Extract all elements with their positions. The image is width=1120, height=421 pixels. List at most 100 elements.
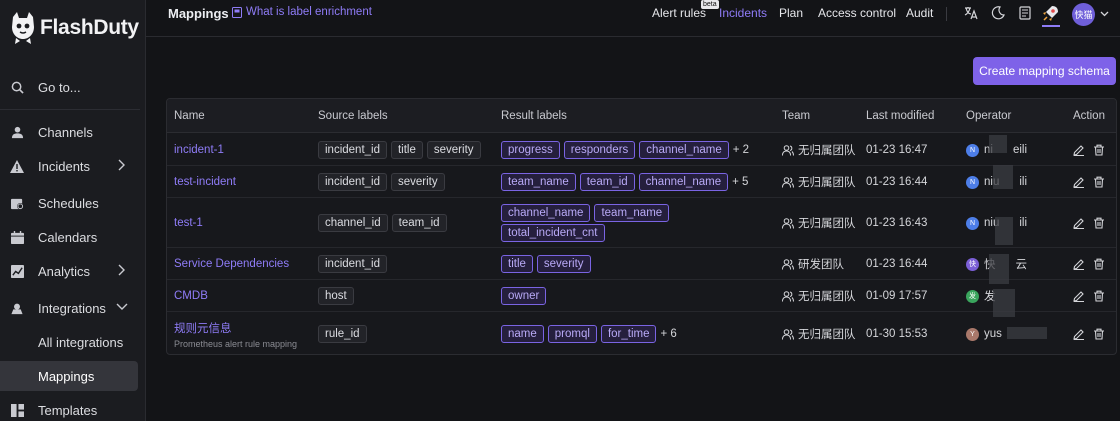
sidebar-item-calendars[interactable]: Calendars [0, 222, 146, 252]
edit-icon[interactable] [1073, 217, 1085, 229]
header-divider [946, 7, 947, 21]
sidebar-item-label: Calendars [38, 229, 98, 245]
team-name: 研发团队 [798, 259, 844, 271]
goto-label: Go to... [38, 79, 81, 95]
schedule-icon [10, 196, 24, 210]
team-icon [782, 258, 794, 270]
column-header[interactable]: Operator [966, 110, 1011, 122]
result-label-tag: for_time [600, 325, 657, 343]
document-icon[interactable] [1018, 6, 1032, 20]
result-label-tag: total_incident_cnt [501, 224, 605, 242]
help-link[interactable]: What is label enrichment [232, 6, 372, 18]
flashcat-logo-icon [12, 12, 34, 44]
sidebar-item-analytics[interactable]: Analytics [0, 256, 146, 286]
mapping-name-link[interactable]: test-1 [174, 217, 203, 229]
action-cell [1073, 198, 1105, 248]
sidebar-item-label: Channels [38, 124, 93, 140]
sidebar-item-templates[interactable]: Templates [0, 395, 146, 421]
mapping-name-link[interactable]: incident-1 [174, 144, 224, 156]
more-labels-count[interactable]: + 6 [660, 328, 676, 340]
sidebar-item-incidents[interactable]: Incidents [0, 151, 146, 181]
delete-icon[interactable] [1093, 328, 1105, 340]
team-cell: 无归属团队 [782, 166, 856, 198]
operator-avatar: N [966, 143, 979, 157]
search-icon [10, 80, 24, 94]
book-icon [232, 6, 242, 18]
team-name: 无归属团队 [798, 145, 856, 157]
team-icon [782, 328, 794, 340]
sidebar-item-channels[interactable]: Channels [0, 117, 146, 147]
beta-badge: beta [701, 0, 719, 9]
nav-plan[interactable]: Plan [779, 6, 803, 20]
team-name: 无归属团队 [798, 218, 856, 230]
create-mapping-schema-button[interactable]: Create mapping schema [973, 57, 1116, 85]
column-header[interactable]: Result labels [501, 110, 567, 122]
team-cell: 无归属团队 [782, 312, 856, 354]
result-label-tag: title [501, 255, 533, 273]
team-icon [782, 290, 794, 302]
table-row: test-incident incident_id severity team_nam… [167, 166, 1116, 198]
result-label-tag: team_name [594, 204, 670, 222]
operator-name-tail: 云 [1015, 259, 1028, 271]
result-label-tag: team_name [501, 173, 576, 191]
rocket-icon[interactable] [1042, 4, 1060, 22]
brand-logo[interactable]: FlashDuty [10, 10, 139, 46]
sidebar-item-mappings[interactable]: Mappings [0, 361, 138, 391]
mapping-name-link[interactable]: CMDB [174, 290, 208, 302]
name-cell: test-1 [174, 198, 203, 248]
chevron-right-icon [118, 159, 125, 171]
redaction-block [995, 217, 1013, 245]
column-header[interactable]: Last modified [866, 110, 934, 122]
sidebar-item-schedules[interactable]: Schedules [0, 188, 146, 218]
edit-icon[interactable] [1073, 176, 1085, 188]
chevron-down-icon[interactable] [1100, 11, 1109, 17]
source-label-tag: host [318, 287, 354, 305]
source-label-tag: severity [390, 173, 445, 191]
mapping-name-link[interactable]: 规则元信息 [174, 320, 232, 336]
sidebar-item-integrations[interactable]: Integrations [0, 293, 146, 323]
delete-icon[interactable] [1093, 176, 1105, 188]
delete-icon[interactable] [1093, 258, 1105, 270]
table-row: test-1 channel_id team_id channel_name team_… [167, 198, 1116, 248]
operator-name-tail: ili [1019, 217, 1028, 229]
delete-icon[interactable] [1093, 290, 1105, 302]
delete-icon[interactable] [1093, 144, 1105, 156]
result-label-tag: progress [501, 141, 560, 159]
result-label-tag: responders [563, 141, 636, 159]
sidebar-item-label: Incidents [38, 158, 91, 174]
result-label-tag: channel_name [638, 173, 729, 191]
sidebar-item-label: Integrations [38, 300, 106, 316]
mapping-name-link[interactable]: Service Dependencies [174, 258, 289, 270]
edit-icon[interactable] [1073, 144, 1085, 156]
moon-icon[interactable] [991, 6, 1005, 20]
delete-icon[interactable] [1093, 217, 1105, 229]
more-labels-count[interactable]: + 5 [732, 176, 748, 188]
mapping-name-link[interactable]: test-incident [174, 176, 236, 188]
mapping-description: Prometheus alert rule mapping [174, 338, 298, 349]
column-header[interactable]: Action [1073, 110, 1105, 122]
edit-icon[interactable] [1073, 258, 1085, 270]
user-avatar[interactable]: 快猫 [1072, 3, 1095, 26]
column-header[interactable]: Name [174, 110, 205, 122]
nav-audit[interactable]: Audit [906, 6, 933, 20]
nav-access-control[interactable]: Access control [818, 6, 896, 20]
sidebar-item-all-integrations[interactable]: All integrations [0, 327, 138, 357]
sidebar-item-label: Mappings [38, 368, 95, 384]
source-label-tag: team_id [391, 214, 447, 232]
nav-incidents[interactable]: Incidents [719, 6, 767, 20]
chevron-right-icon [118, 264, 125, 276]
result-labels-cell: name promql for_time + 6 [501, 312, 677, 354]
table-row: Service Dependencies incident_id title seve… [167, 248, 1116, 280]
edit-icon[interactable] [1073, 290, 1085, 302]
translate-icon[interactable] [964, 6, 978, 20]
column-header[interactable]: Team [782, 110, 810, 122]
table-header: Name Source labels Result labels Team La… [167, 99, 1116, 133]
edit-icon[interactable] [1073, 328, 1085, 340]
sidebar-item-label: Analytics [38, 263, 91, 279]
nav-alert-rules[interactable]: Alert rules [652, 6, 706, 20]
more-labels-count[interactable]: + 2 [733, 144, 749, 156]
mappings-table: Name Source labels Result labels Team La… [166, 98, 1117, 355]
last-modified: 01-23 16:47 [866, 144, 928, 156]
goto-search[interactable]: Go to... [0, 72, 146, 102]
column-header[interactable]: Source labels [318, 110, 388, 122]
